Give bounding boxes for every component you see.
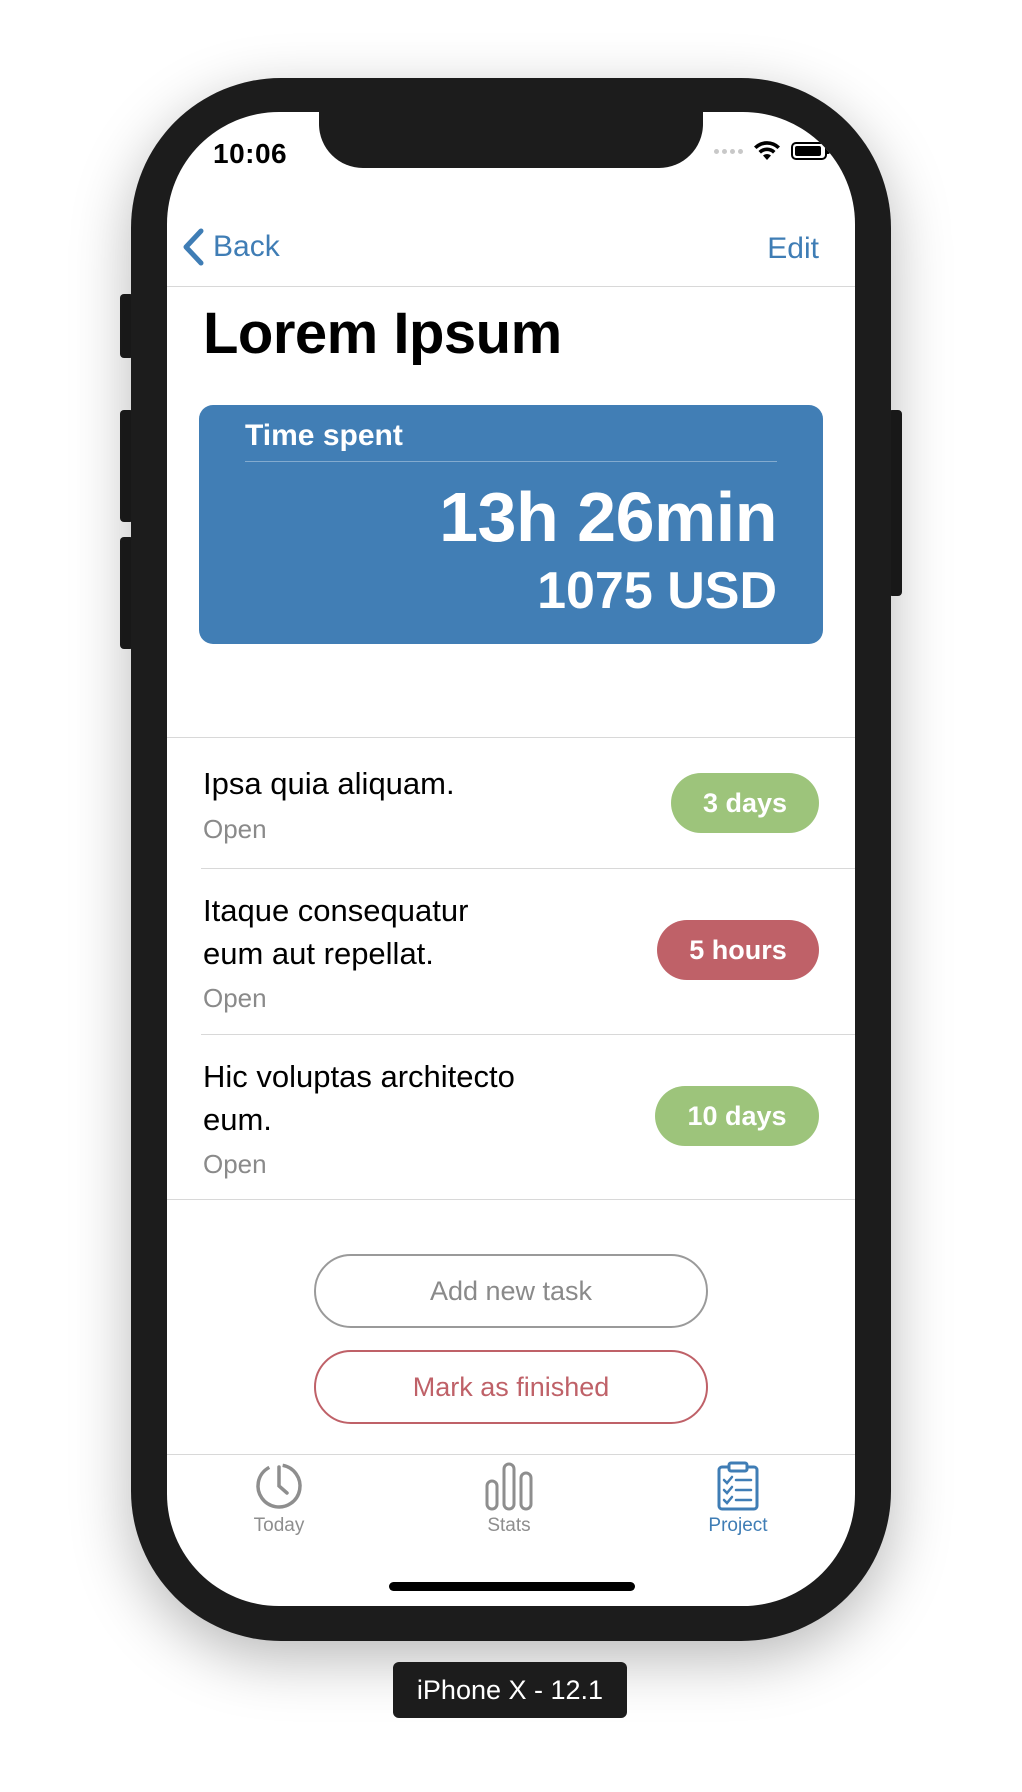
phone-screen: 10:06 Back Edit Lorem Ipsum Time spent 1… xyxy=(167,112,855,1606)
chevron-left-icon xyxy=(183,228,204,266)
status-time: 10:06 xyxy=(213,138,288,169)
device-label: iPhone X - 12.1 xyxy=(393,1662,627,1718)
notch xyxy=(319,112,703,168)
task-title: Ipsa quia aliquam. xyxy=(203,762,455,805)
navigation-bar: Back Edit xyxy=(167,208,855,287)
task-duration-badge: 3 days xyxy=(671,773,819,833)
bar-chart-icon xyxy=(485,1462,533,1511)
wifi-icon xyxy=(754,141,780,160)
timer-icon xyxy=(256,1463,302,1509)
project-title: Lorem Ipsum xyxy=(203,301,562,366)
tab-project[interactable]: Project xyxy=(668,1461,808,1537)
clipboard-checklist-icon xyxy=(717,1461,759,1511)
task-duration-badge: 5 hours xyxy=(657,920,819,980)
task-status: Open xyxy=(203,814,267,844)
tab-label: Today xyxy=(253,1515,305,1536)
task-status: Open xyxy=(203,983,267,1013)
back-button[interactable]: Back xyxy=(181,228,280,266)
mark-finished-button[interactable]: Mark as finished xyxy=(314,1350,708,1424)
tab-stats[interactable]: Stats xyxy=(439,1461,579,1537)
time-spent-card: Time spent 13h 26min 1075 USD xyxy=(199,405,823,644)
task-title-line: Itaque consequatur xyxy=(203,893,469,928)
task-title-line: eum aut repellat. xyxy=(203,936,434,971)
status-icons xyxy=(714,140,830,162)
task-list: Ipsa quia aliquam. Open 3 days Itaque co… xyxy=(167,737,855,1200)
simulator-stage: 10:06 Back Edit Lorem Ipsum Time spent 1… xyxy=(0,0,1022,1792)
tab-label: Stats xyxy=(487,1515,531,1536)
task-title-line: Ipsa quia aliquam. xyxy=(203,766,455,801)
card-divider xyxy=(245,461,777,462)
task-row[interactable]: Hic voluptas architecto eum. Open 10 day… xyxy=(201,1035,855,1199)
home-indicator[interactable] xyxy=(389,1582,635,1591)
time-spent-label: Time spent xyxy=(245,419,403,452)
tab-label: Project xyxy=(708,1515,768,1536)
edit-button[interactable]: Edit xyxy=(767,232,819,266)
back-label: Back xyxy=(213,230,280,263)
tab-today[interactable]: Today xyxy=(209,1461,349,1537)
task-title: Hic voluptas architecto eum. xyxy=(203,1055,515,1141)
task-title: Itaque consequatur eum aut repellat. xyxy=(203,889,468,975)
task-title-line: Hic voluptas architecto xyxy=(203,1059,515,1094)
task-row[interactable]: Itaque consequatur eum aut repellat. Ope… xyxy=(201,869,855,1035)
task-status: Open xyxy=(203,1149,267,1179)
time-spent-value: 13h 26min xyxy=(439,478,777,556)
add-task-button[interactable]: Add new task xyxy=(314,1254,708,1328)
task-duration-badge: 10 days xyxy=(655,1086,819,1146)
cellular-signal-icon xyxy=(714,148,743,154)
battery-icon xyxy=(791,142,830,160)
money-value: 1075 USD xyxy=(537,562,777,620)
task-title-line: eum. xyxy=(203,1102,272,1137)
task-row[interactable]: Ipsa quia aliquam. Open 3 days xyxy=(201,738,855,869)
